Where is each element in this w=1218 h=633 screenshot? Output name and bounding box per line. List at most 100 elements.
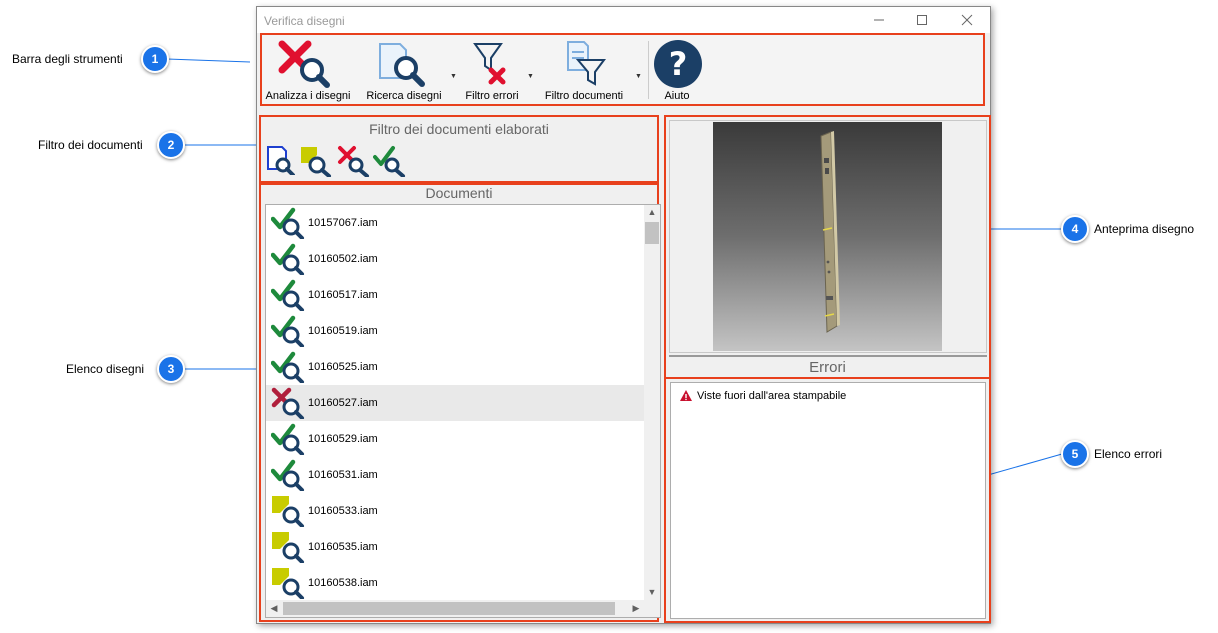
document-row-name: 10160527.iam: [308, 397, 378, 409]
scroll-right-icon[interactable]: ▶: [628, 603, 644, 614]
document-filter-title: Filtro dei documenti elaborati: [369, 121, 549, 137]
close-button[interactable]: [955, 11, 979, 29]
vertical-scrollbar[interactable]: ▲ ▼: [644, 205, 660, 601]
search-drawings-icon: [379, 43, 425, 87]
help-label: Aiuto: [664, 90, 690, 102]
svg-text:?: ?: [669, 45, 688, 83]
document-row-name: 10160538.iam: [308, 577, 378, 589]
document-row[interactable]: 10160529.iam: [266, 421, 646, 457]
document-status-ok-icon: [271, 459, 304, 491]
analyze-drawings-label: Analizza i disegni: [265, 90, 351, 102]
filter-errors-button[interactable]: Filtro errori: [458, 35, 526, 105]
callout-label-drawing-preview: Anteprima disegno: [1094, 222, 1195, 236]
document-status-ok-icon: [271, 315, 304, 347]
document-status-pending-icon: [272, 568, 304, 599]
filter-errors-icon: [473, 43, 506, 85]
document-row-name: 10160535.iam: [308, 541, 378, 553]
scroll-left-icon[interactable]: ◀: [266, 603, 282, 614]
documents-title: Documenti: [425, 185, 493, 201]
horizontal-scrollbar[interactable]: ◀ ▶: [266, 600, 660, 617]
document-row[interactable]: 10160525.iam: [266, 349, 646, 385]
horizontal-scroll-thumb[interactable]: [283, 602, 615, 615]
document-status-error-icon: [271, 387, 304, 419]
document-row[interactable]: 10160531.iam: [266, 457, 646, 493]
document-row-name: 10160525.iam: [308, 361, 378, 373]
filter-documents-label: Filtro documenti: [544, 90, 624, 102]
search-drawings-label: Ricerca disegni: [366, 90, 442, 102]
document-status-ok-icon: [271, 207, 304, 239]
warning-icon: [680, 390, 692, 401]
callout-label-document-filter: Filtro dei documenti: [38, 138, 143, 152]
close-icon: [961, 14, 973, 26]
error-documents-icon[interactable]: [337, 145, 371, 177]
document-row[interactable]: 10160517.iam: [266, 277, 646, 313]
errors-list[interactable]: Viste fuori dall'area stampabile: [670, 382, 986, 619]
document-row-name: 10160519.iam: [308, 325, 378, 337]
all-documents-icon[interactable]: [265, 145, 295, 175]
callout-badge-1: 1: [141, 45, 169, 73]
document-row[interactable]: 10160535.iam: [266, 529, 646, 565]
document-status-ok-icon: [271, 423, 304, 455]
filter-errors-dropdown-icon[interactable]: ▼: [527, 73, 534, 80]
document-row-name: 10160533.iam: [308, 505, 378, 517]
document-row[interactable]: 10160519.iam: [266, 313, 646, 349]
title-bar: Verifica disegni: [257, 7, 990, 33]
window-title: Verifica disegni: [264, 14, 345, 28]
documents-list[interactable]: 10160538.iam 10160535.iam 10160533.iam 1016…: [265, 204, 661, 618]
search-drawings-dropdown-icon[interactable]: ▼: [450, 73, 457, 80]
errors-title: Errori: [809, 359, 846, 376]
document-status-ok-icon: [271, 279, 304, 311]
document-row[interactable]: 10160533.iam: [266, 493, 646, 529]
help-button[interactable]: ? Aiuto: [650, 35, 704, 105]
vertical-scroll-thumb[interactable]: [645, 222, 659, 244]
minimize-icon: [874, 19, 884, 21]
preview-divider: [669, 355, 987, 357]
minimize-button[interactable]: [867, 11, 891, 29]
document-row-name: 10160531.iam: [308, 469, 378, 481]
drawing-preview-image: [713, 122, 942, 351]
filter-documents-button[interactable]: Filtro documenti: [534, 35, 634, 105]
document-row[interactable]: 10157067.iam: [266, 205, 646, 241]
analyze-drawings-button[interactable]: Analizza i disegni: [262, 35, 354, 105]
callout-badge-4: 4: [1061, 215, 1089, 243]
app-window: Verifica disegni Analizza i disegni Rice…: [256, 6, 991, 624]
callout-badge-5: 5: [1061, 440, 1089, 468]
filter-documents-dropdown-icon[interactable]: ▼: [635, 73, 642, 80]
callout-label-drawing-list: Elenco disegni: [66, 362, 145, 376]
panel-3d-model-icon: [820, 131, 840, 333]
maximize-button[interactable]: [910, 11, 934, 29]
callout-badge-2: 2: [157, 131, 185, 159]
filter-errors-label: Filtro errori: [465, 90, 519, 102]
errors-panel: Viste fuori dall'area stampabile: [664, 377, 991, 623]
documents-panel: Documenti 10160538.iam 10160535.iam 101605…: [259, 183, 661, 622]
callout-label-error-list: Elenco errori: [1094, 447, 1163, 461]
toolbar: Analizza i disegni Ricerca disegni ▼ Fil…: [260, 33, 985, 106]
help-icon: ?: [654, 40, 702, 88]
document-row-name: 10160517.iam: [308, 289, 378, 301]
callout-badge-3: 3: [157, 355, 185, 383]
document-status-pending-icon: [272, 532, 304, 563]
error-item-text: Viste fuori dall'area stampabile: [697, 389, 847, 402]
callout-label-toolbar: Barra degli strumenti: [12, 52, 123, 66]
toolbar-separator: [648, 41, 649, 99]
search-drawings-button[interactable]: Ricerca disegni: [358, 35, 450, 105]
document-row[interactable]: 10160527.iam: [266, 385, 646, 421]
maximize-icon: [917, 15, 927, 25]
filter-documents-icon: [567, 41, 606, 86]
document-row[interactable]: 10160502.iam: [266, 241, 646, 277]
document-status-ok-icon: [271, 351, 304, 383]
document-status-ok-icon: [271, 243, 304, 275]
scroll-up-icon[interactable]: ▲: [644, 207, 660, 217]
unprocessed-documents-icon[interactable]: [299, 145, 333, 177]
document-status-pending-icon: [272, 496, 304, 527]
document-row[interactable]: 10160538.iam: [266, 565, 646, 601]
document-row-name: 10160502.iam: [308, 253, 378, 265]
preview-frame: [669, 120, 987, 353]
ok-documents-icon[interactable]: [373, 145, 407, 177]
scroll-down-icon[interactable]: ▼: [644, 587, 660, 597]
document-filter-panel: Filtro dei documenti elaborati: [259, 115, 659, 183]
drawing-preview-panel: Errori: [664, 115, 991, 379]
document-row-name: 10160529.iam: [308, 433, 378, 445]
error-item[interactable]: Viste fuori dall'area stampabile: [679, 389, 846, 402]
document-row-name: 10157067.iam: [308, 217, 378, 229]
